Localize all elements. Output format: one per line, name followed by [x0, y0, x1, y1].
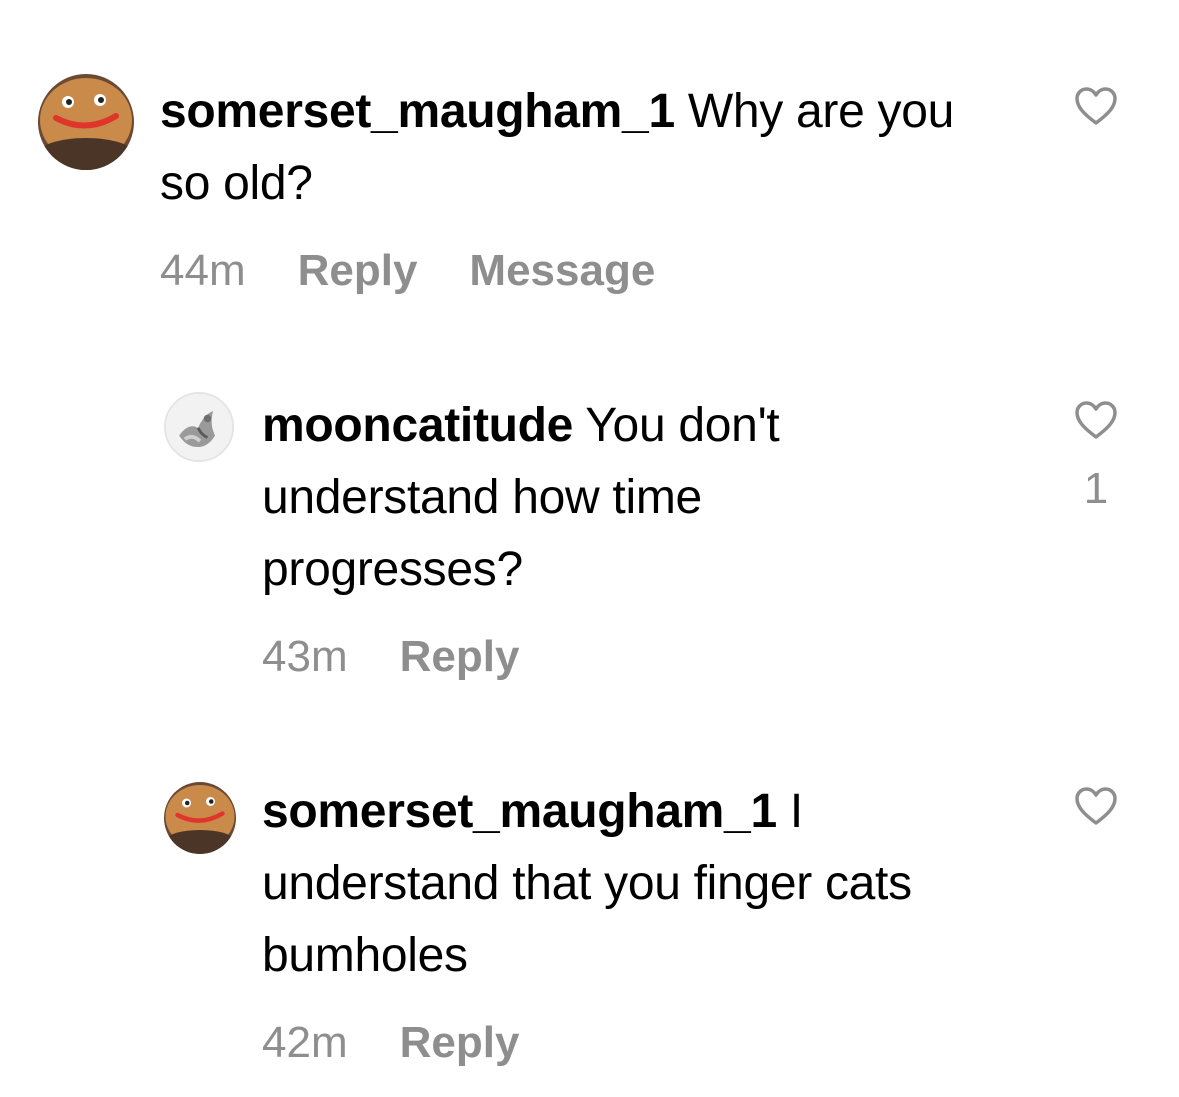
comment-username[interactable]: somerset_maugham_1	[262, 785, 777, 838]
comment-timestamp: 43m	[262, 632, 348, 681]
comment: somerset_maugham_1 Why are you so old? 4…	[0, 0, 1179, 320]
comment-meta: 42m Reply	[262, 1018, 519, 1068]
comment-reply: mooncatitude You don't understand how ti…	[0, 380, 1179, 710]
comment-meta: 44m Reply Message	[160, 246, 655, 296]
comment-body: mooncatitude You don't understand how ti…	[262, 390, 962, 606]
avatar[interactable]	[164, 782, 236, 854]
comment-reply: somerset_maugham_1 I understand that you…	[0, 770, 1179, 1090]
grey-photo-avatar-image	[166, 394, 232, 460]
avatar[interactable]	[164, 392, 234, 462]
comment-body: somerset_maugham_1 I understand that you…	[262, 776, 972, 992]
cookie-face-avatar-image	[38, 74, 134, 170]
reply-button[interactable]: Reply	[400, 632, 520, 682]
comment-meta: 43m Reply	[262, 632, 519, 682]
message-button[interactable]: Message	[469, 246, 655, 296]
like-button[interactable]	[1074, 86, 1118, 126]
avatar[interactable]	[38, 74, 134, 170]
comment-timestamp: 44m	[160, 246, 246, 295]
like-button[interactable]	[1074, 400, 1118, 440]
reply-button[interactable]: Reply	[298, 246, 418, 296]
heart-outline-icon	[1075, 87, 1117, 125]
like-button[interactable]	[1074, 786, 1118, 826]
comment-body: somerset_maugham_1 Why are you so old?	[160, 76, 970, 220]
heart-outline-icon	[1075, 787, 1117, 825]
comment-timestamp: 42m	[262, 1018, 348, 1067]
reply-button[interactable]: Reply	[400, 1018, 520, 1068]
heart-outline-icon	[1075, 401, 1117, 439]
like-count[interactable]: 1	[1074, 464, 1118, 514]
comment-username[interactable]: mooncatitude	[262, 399, 573, 452]
cookie-face-avatar-image	[164, 782, 236, 854]
comment-username[interactable]: somerset_maugham_1	[160, 85, 675, 138]
